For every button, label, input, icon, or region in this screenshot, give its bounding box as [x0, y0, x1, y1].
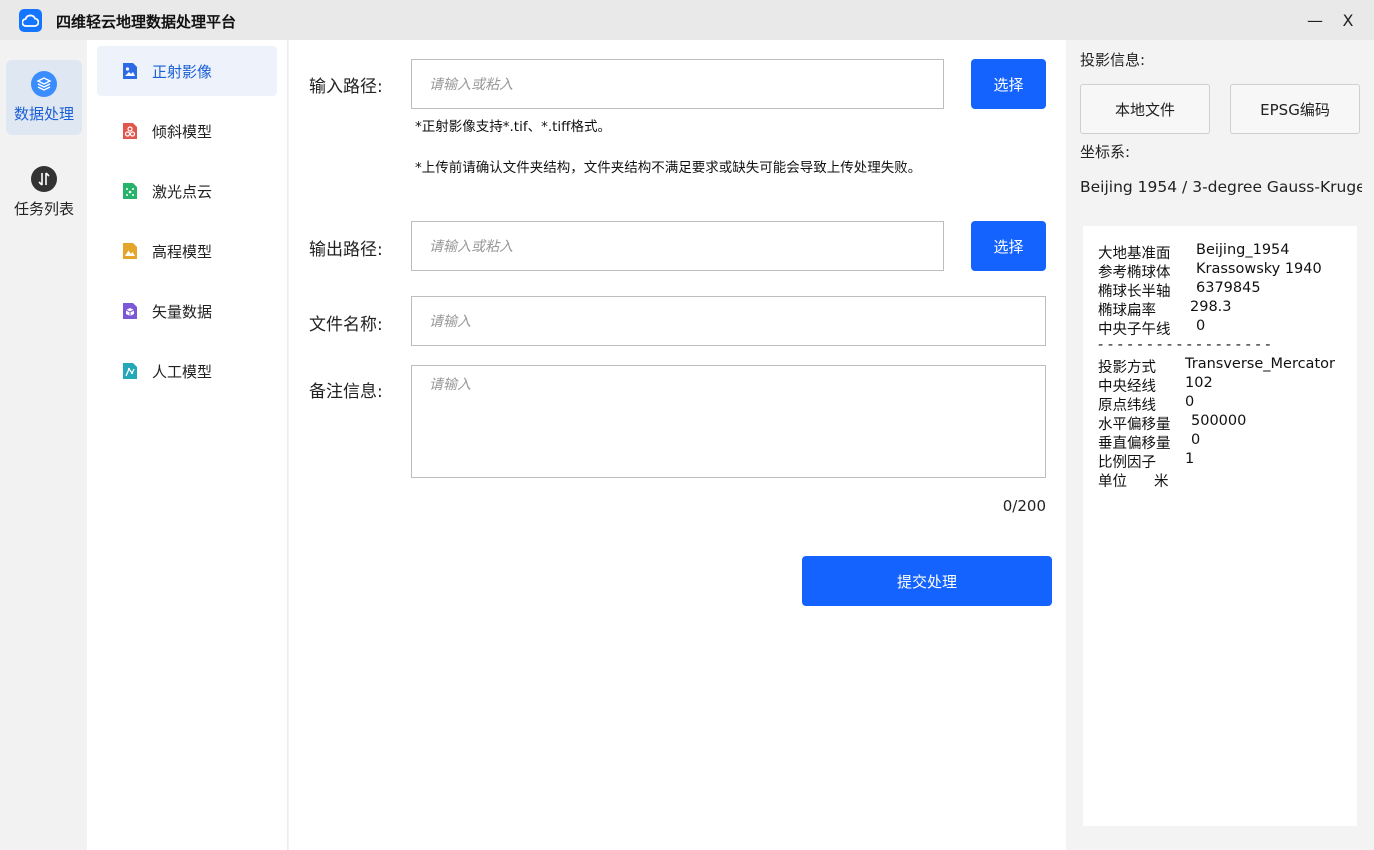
detail-row: 大地基准面 Beijing_1954 — [1098, 242, 1290, 263]
vector-icon — [123, 303, 137, 319]
nav-item-task-list[interactable]: 任务列表 — [6, 155, 82, 230]
detail-row: 中央经线 102 — [1098, 375, 1213, 396]
local-file-button[interactable]: 本地文件 — [1080, 84, 1210, 134]
filename-field[interactable]: 请输入 — [411, 296, 1046, 346]
detail-value: 0 — [1196, 318, 1206, 334]
detail-row: 椭球长半轴 6379845 — [1098, 280, 1261, 301]
nav-label: 任务列表 — [13, 200, 74, 218]
detail-key: 水平偏移量 — [1098, 417, 1171, 433]
detail-row: 椭球扁率 298.3 — [1098, 299, 1232, 320]
epsg-code-button[interactable]: EPSG编码 — [1230, 84, 1360, 134]
detail-value: Krassowsky 1940 — [1196, 261, 1322, 277]
minimize-button[interactable]: — — [1303, 8, 1327, 32]
detail-value: 102 — [1185, 375, 1213, 391]
detail-key: 投影方式 — [1098, 360, 1156, 376]
crs-label: 坐标系: — [1080, 143, 1131, 161]
detail-row: 垂直偏移量 0 — [1098, 432, 1200, 453]
menu-item-manual-model[interactable]: 人工模型 — [97, 346, 277, 396]
elevation-icon — [123, 243, 137, 259]
manual-model-icon — [123, 363, 137, 379]
select-output-button[interactable]: 选择 — [971, 221, 1046, 271]
menu-item-elevation-model[interactable]: 高程模型 — [97, 226, 277, 276]
detail-row: 投影方式 Transverse_Mercator — [1098, 356, 1335, 377]
remark-label: 备注信息: — [309, 382, 383, 402]
detail-value: Beijing_1954 — [1196, 242, 1290, 258]
detail-value: 0 — [1185, 394, 1195, 410]
detail-row: 水平偏移量 500000 — [1098, 413, 1246, 434]
detail-value: 0 — [1191, 432, 1201, 448]
detail-key: 比例因子 — [1098, 455, 1156, 471]
submit-button[interactable]: 提交处理 — [802, 556, 1052, 606]
menu-item-label: 高程模型 — [152, 242, 213, 261]
close-button[interactable]: X — [1336, 8, 1360, 32]
task-list-icon — [31, 166, 57, 192]
detail-separator: - - - - - - - - - - - - - - - - - - — [1098, 337, 1271, 353]
detail-key: 原点纬线 — [1098, 398, 1156, 414]
detail-row: 参考椭球体 Krassowsky 1940 — [1098, 261, 1322, 282]
detail-key: 垂直偏移量 — [1098, 436, 1171, 452]
processing-form: 输入路径: 请输入或粘入 选择 *正射影像支持*.tif、*.tiff格式。 *… — [289, 40, 1066, 850]
image-icon — [123, 63, 137, 79]
output-path-field[interactable]: 请输入或粘入 — [411, 221, 944, 271]
detail-value: 6379845 — [1196, 280, 1261, 296]
point-cloud-icon — [123, 183, 137, 199]
cloud-logo-icon — [19, 9, 42, 32]
detail-value: 298.3 — [1190, 299, 1232, 315]
detail-key: 大地基准面 — [1098, 246, 1171, 262]
output-path-label: 输出路径: — [309, 240, 383, 260]
menu-item-vector-data[interactable]: 矢量数据 — [97, 286, 277, 336]
detail-row: 比例因子 1 — [1098, 451, 1194, 472]
projection-details: 大地基准面 Beijing_1954 参考椭球体 Krassowsky 1940 椭… — [1083, 226, 1357, 826]
menu-item-label: 倾斜模型 — [152, 122, 213, 141]
menu-item-label: 正射影像 — [152, 62, 213, 81]
title-bar: 四维轻云地理数据处理平台 — X — [0, 0, 1374, 40]
detail-row: 原点纬线 0 — [1098, 394, 1194, 415]
structure-hint: *上传前请确认文件夹结构，文件夹结构不满足要求或缺失可能会导致上传处理失败。 — [415, 160, 922, 176]
menu-item-orthophoto[interactable]: 正射影像 — [97, 46, 277, 96]
format-hint: *正射影像支持*.tif、*.tiff格式。 — [415, 119, 611, 135]
projection-panel: 投影信息: 本地文件 EPSG编码 坐标系: Beijing 1954 / 3-… — [1066, 40, 1374, 850]
filename-label: 文件名称: — [309, 315, 383, 335]
menu-item-label: 矢量数据 — [152, 302, 213, 321]
detail-value: Transverse_Mercator — [1185, 356, 1335, 372]
detail-value: 500000 — [1191, 413, 1247, 429]
oblique-model-icon — [123, 123, 137, 139]
crs-value: Beijing 1954 / 3-degree Gauss-Kruger.. — [1080, 178, 1362, 196]
data-type-menu: 正射影像 倾斜模型 激光点云 高程模型 矢量数据 人工模型 — [87, 40, 288, 850]
detail-value: 1 — [1185, 451, 1195, 467]
detail-key: 椭球扁率 — [1098, 303, 1156, 319]
layers-icon — [31, 71, 57, 97]
menu-item-label: 激光点云 — [152, 182, 213, 201]
detail-key: 中央子午线 — [1098, 322, 1171, 338]
detail-value: 米 — [1154, 474, 1169, 490]
nav-label: 数据处理 — [13, 105, 74, 123]
projection-title: 投影信息: — [1080, 51, 1146, 69]
detail-key: 椭球长半轴 — [1098, 284, 1171, 300]
input-path-field[interactable]: 请输入或粘入 — [411, 59, 944, 109]
menu-item-oblique-model[interactable]: 倾斜模型 — [97, 106, 277, 156]
menu-item-point-cloud[interactable]: 激光点云 — [97, 166, 277, 216]
app-title: 四维轻云地理数据处理平台 — [56, 13, 237, 31]
input-path-label: 输入路径: — [309, 77, 383, 97]
menu-item-label: 人工模型 — [152, 362, 213, 381]
detail-row: 中央子午线 0 — [1098, 318, 1205, 339]
detail-row: 单位 米 — [1098, 470, 1169, 491]
primary-nav: 数据处理 任务列表 — [0, 40, 87, 850]
detail-key: 单位 — [1098, 474, 1127, 490]
char-counter: 0/200 — [1002, 497, 1046, 515]
detail-key: 参考椭球体 — [1098, 265, 1171, 281]
detail-key: 中央经线 — [1098, 379, 1156, 395]
select-input-button[interactable]: 选择 — [971, 59, 1046, 109]
remark-textarea[interactable]: 请输入 — [411, 365, 1046, 478]
nav-item-data-processing[interactable]: 数据处理 — [6, 60, 82, 135]
